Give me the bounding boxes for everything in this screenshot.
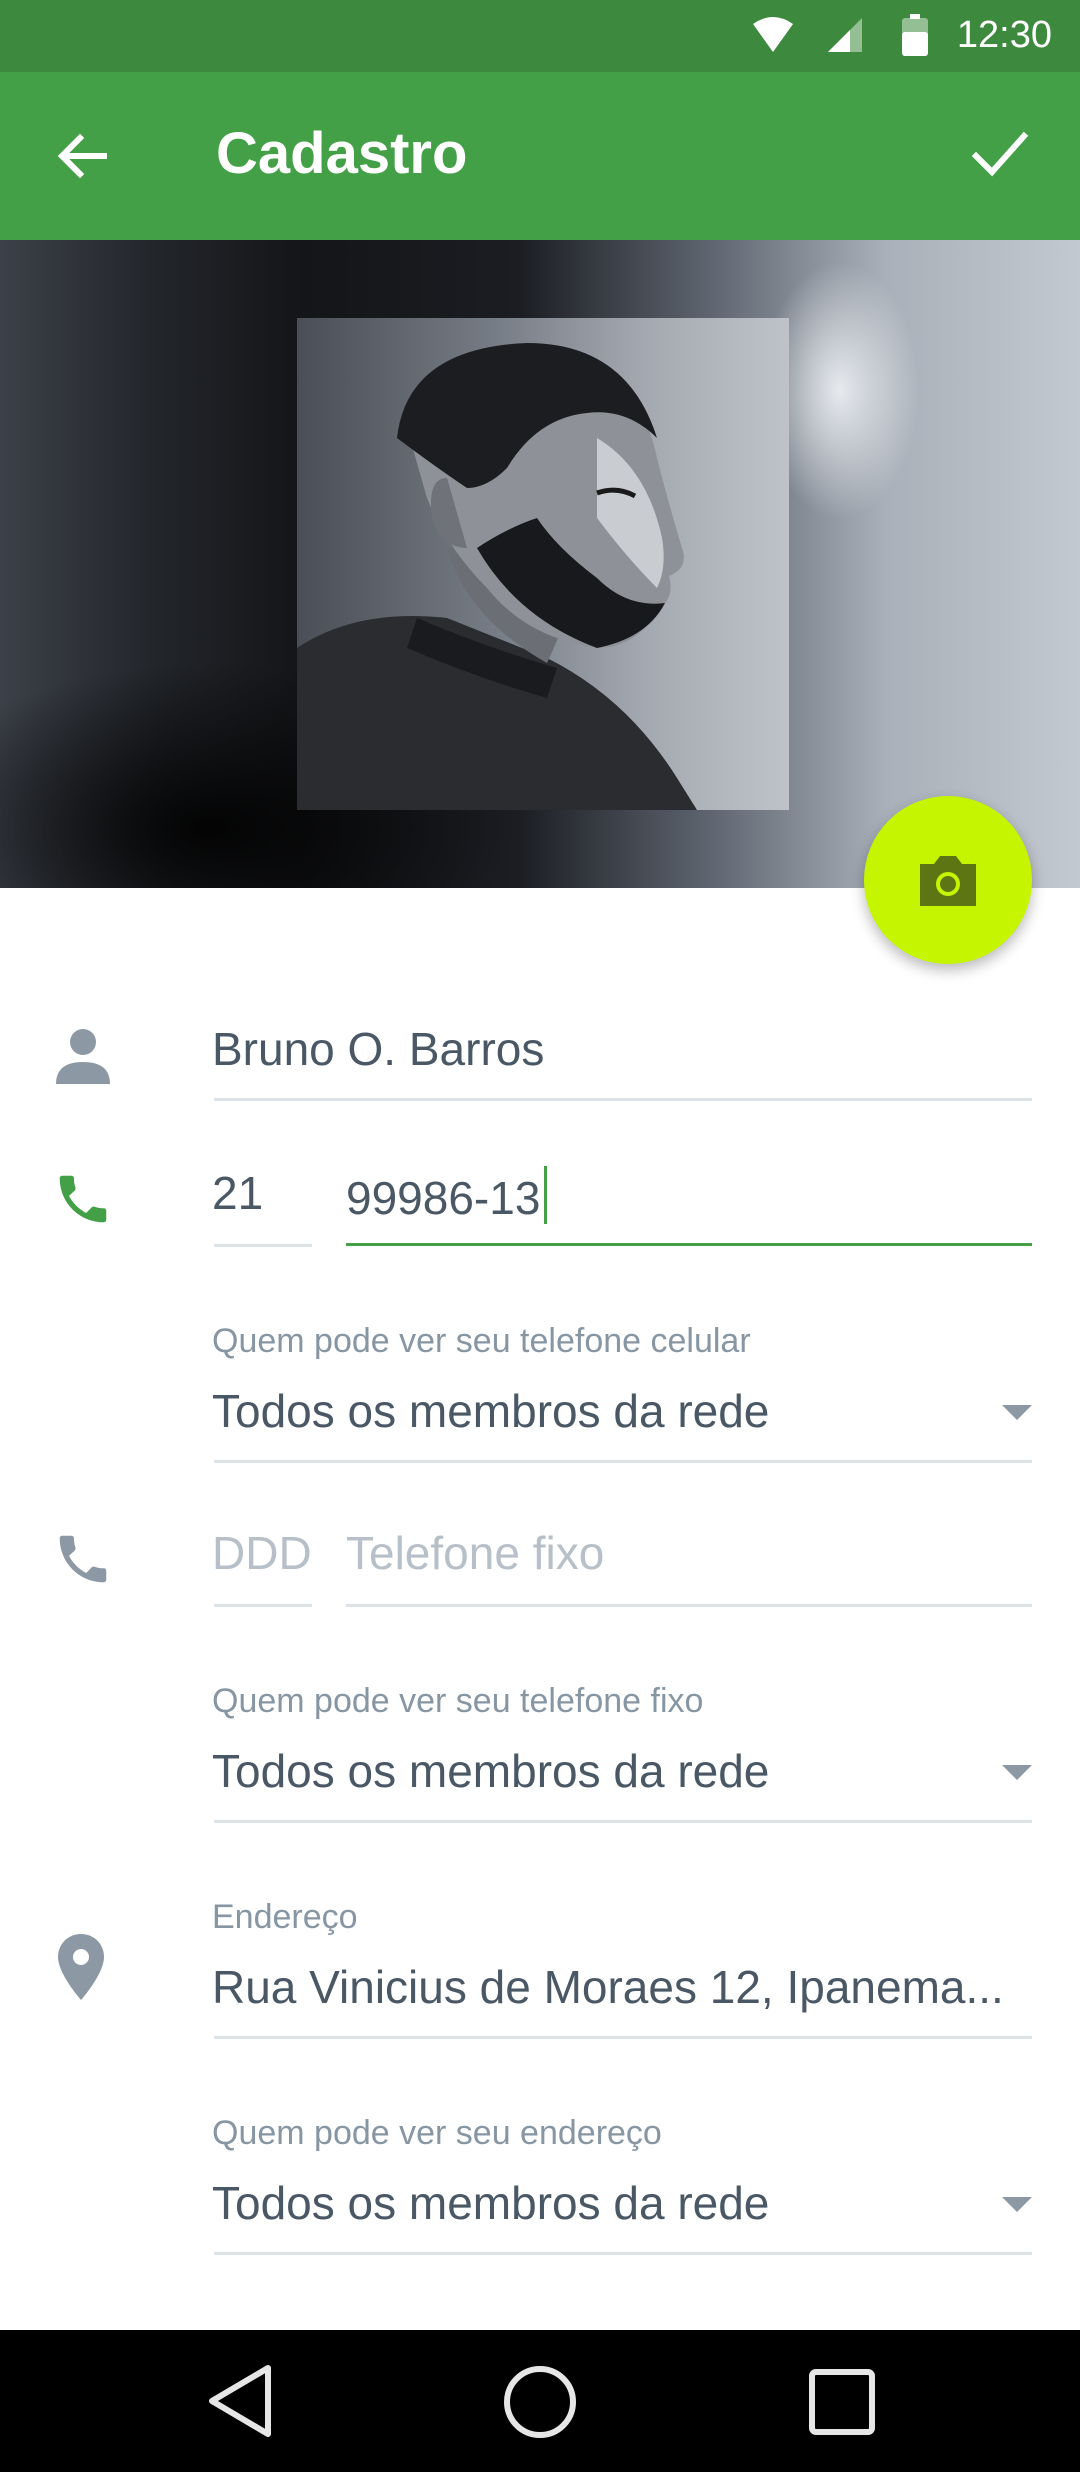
page-title: Cadastro	[216, 121, 468, 186]
mobile-number-input[interactable]: 99986-13	[346, 1166, 548, 1225]
mobile-visibility-underline	[214, 1460, 1032, 1463]
landline-number-input[interactable]: Telefone fixo	[346, 1526, 604, 1580]
camera-icon	[920, 856, 976, 906]
landline-visibility-label: Quem pode ver seu telefone fixo	[212, 1682, 704, 1720]
back-arrow-icon[interactable]	[50, 124, 114, 188]
system-navigation-bar	[0, 2330, 1080, 2472]
mobile-ddd-underline	[214, 1244, 312, 1247]
address-visibility-label: Quem pode ver seu endereço	[212, 2114, 662, 2152]
mobile-visibility-select[interactable]: Todos os membros da rede	[212, 1384, 769, 1438]
text-cursor	[544, 1166, 548, 1224]
name-input[interactable]: Bruno O. Barros	[212, 1022, 544, 1076]
cellular-signal-icon	[828, 18, 862, 52]
name-underline	[214, 1098, 1032, 1101]
mobile-ddd-input[interactable]: 21	[212, 1166, 263, 1220]
status-time: 12:30	[956, 14, 1052, 56]
profile-photo[interactable]	[297, 318, 789, 810]
nav-home-icon[interactable]	[502, 2364, 578, 2440]
mobile-phone-icon	[59, 1175, 107, 1223]
landline-visibility-select[interactable]: Todos os membros da rede	[212, 1744, 769, 1798]
location-pin-icon	[58, 1934, 104, 2000]
landline-visibility-dropdown-icon[interactable]	[1002, 1765, 1032, 1780]
wifi-icon	[753, 17, 793, 52]
profile-photo-image	[297, 343, 697, 810]
status-bar: 12:30	[0, 0, 1080, 72]
address-label: Endereço	[212, 1898, 358, 1936]
landline-visibility-underline	[214, 1820, 1032, 1823]
landline-ddd-input[interactable]: DDD	[212, 1526, 312, 1580]
landline-number-underline	[346, 1604, 1032, 1607]
nav-recents-icon[interactable]	[808, 2368, 876, 2436]
landline-phone-icon	[59, 1535, 107, 1583]
mobile-number-value: 99986-13	[346, 1172, 541, 1224]
app-bar: Cadastro	[0, 72, 1080, 240]
confirm-check-icon[interactable]	[968, 122, 1032, 186]
address-visibility-select[interactable]: Todos os membros da rede	[212, 2176, 769, 2230]
address-visibility-underline	[214, 2252, 1032, 2255]
address-visibility-dropdown-icon[interactable]	[1002, 2197, 1032, 2212]
person-icon	[56, 1029, 110, 1084]
mobile-visibility-label: Quem pode ver seu telefone celular	[212, 1322, 751, 1360]
mobile-visibility-dropdown-icon[interactable]	[1002, 1405, 1032, 1420]
landline-ddd-underline	[214, 1604, 312, 1607]
address-underline	[214, 2036, 1032, 2039]
mobile-number-underline	[346, 1243, 1032, 1246]
address-input[interactable]: Rua Vinicius de Moraes 12, Ipanema...	[212, 1960, 1034, 2014]
nav-back-icon[interactable]	[206, 2364, 274, 2438]
change-photo-button[interactable]	[864, 796, 1032, 964]
battery-icon	[902, 14, 928, 56]
